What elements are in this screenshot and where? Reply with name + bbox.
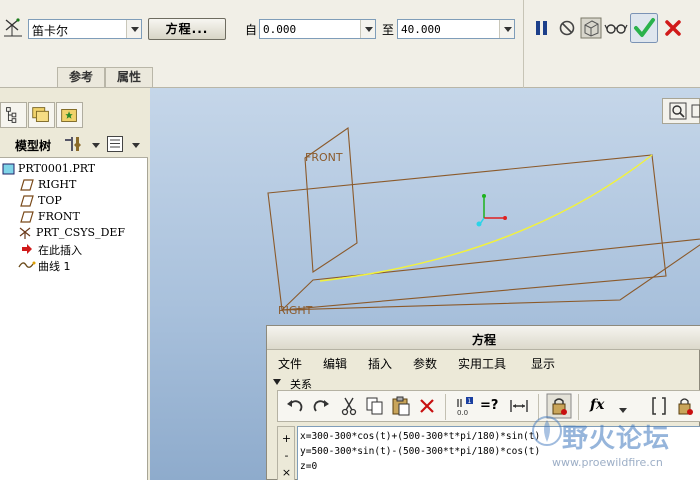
navigator-tabs [0,102,84,128]
toolbar-divider [578,394,579,420]
ok-check-button[interactable] [630,13,658,43]
paste-icon[interactable] [390,395,412,417]
toolbar-divider [523,0,524,88]
chevron-down-icon[interactable] [360,20,375,38]
watermark-logo-icon [532,416,562,446]
model-tree-header: 模型树 [0,130,148,158]
menu-parameters[interactable]: 参数 [413,355,437,372]
equation-line-x: x=300-300*cos(t)+(500-300*t*pi/180)*sin(… [300,431,541,442]
right-plane-label: RIGHT [278,304,313,317]
curve-icon [18,261,36,268]
folders-icon [32,107,49,122]
tree-columns-icon[interactable] [106,135,124,153]
menu-display[interactable]: 显示 [531,355,555,372]
part-icon [2,163,15,175]
tree-item-label: 在此插入 [38,244,82,257]
tree-item-label: 曲线 1 [38,260,71,273]
tab-folder-browser[interactable] [28,102,55,128]
watermark-text: 野火论坛 [562,424,671,454]
tree-item-label: TOP [38,194,62,207]
tab-references[interactable]: 参考 [57,67,105,87]
tree-item-label: RIGHT [38,178,77,191]
cancel-x-button[interactable] [662,15,684,41]
chevron-down-icon[interactable] [499,20,514,38]
clear-row-button[interactable]: × [280,466,293,480]
right-datum-plane [280,238,700,311]
chevron-down-icon[interactable] [126,20,141,38]
redo-icon[interactable] [310,395,332,417]
menu-file[interactable]: 文件 [278,355,302,372]
to-value: 40.000 [401,23,441,36]
equation-dialog-title: 方程 [471,333,496,347]
to-label: 至 [382,23,395,37]
chevron-down-icon[interactable] [128,136,140,148]
coordinate-type-select[interactable]: 笛卡尔 [28,19,142,39]
front-datum-plane [304,126,358,273]
switch-units-icon[interactable]: 1 0.0 [454,395,476,417]
undo-icon[interactable] [284,395,306,417]
chevron-down-icon[interactable] [88,136,100,148]
collapse-triangle-icon [273,379,281,385]
equation-side-buttons: + - × [277,426,295,480]
tree-item-label: FRONT [38,210,80,223]
toolbar-divider [445,394,446,420]
datum-plane-icon [20,211,34,223]
coordinate-type-value: 笛卡尔 [32,24,69,38]
param-value-label: 0.0 [457,409,468,417]
watermark-url: www.proewildfire.cn [552,456,663,469]
remove-row-button[interactable]: - [280,449,293,464]
chevron-down-icon[interactable] [615,401,627,413]
tree-settings-tools-icon[interactable] [62,134,84,154]
favorites-folder-icon [61,109,77,122]
from-value-field[interactable]: 0.000 [259,19,376,39]
menu-edit[interactable]: 编辑 [323,355,347,372]
delete-x-icon[interactable] [416,395,438,417]
from-value: 0.000 [263,23,297,36]
tree-item-label: PRT0001.PRT [18,162,96,175]
equation-line-y: y=500-300*sin(t)-(500-300*t*pi/180)*cos(… [300,446,541,457]
model-tree-title: 模型树 [15,139,52,153]
csys-icon [19,227,31,239]
csys-type-icon [4,18,22,37]
zoom-icon[interactable] [669,102,687,120]
datum-plane-icon [20,179,34,191]
model-tree-icon [6,107,17,123]
datum-plane-icon [20,195,34,207]
feature-dashboard: 笛卡尔 方程... 自 0.000 至 40.000 参考 属性 [0,0,700,88]
copy-icon[interactable] [364,395,386,417]
model-tree-panel: 模型树 PRT0001.PRT RIGHT TOP FRONT PRT_CSYS… [0,130,148,480]
add-row-button[interactable]: + [280,432,293,447]
lock-params-icon[interactable] [674,395,696,417]
menu-utilities[interactable]: 实用工具 [458,355,506,372]
top-datum-plane [267,154,667,311]
pause-icon[interactable] [531,15,553,41]
tab-model-tree[interactable] [0,102,27,128]
menu-insert[interactable]: 插入 [368,355,392,372]
no-preview-icon[interactable] [556,15,578,41]
equation-menubar: 文件 编辑 插入 参数 实用工具 显示 [267,351,700,373]
repaint-icon[interactable] [691,102,700,120]
brackets-icon[interactable] [648,395,670,417]
measure-icon[interactable] [508,395,530,417]
evaluate-button[interactable]: =? [480,395,506,417]
view-toolbar [662,98,700,124]
to-value-field[interactable]: 40.000 [397,19,515,39]
verify-glasses-icon[interactable] [604,15,628,41]
front-plane-label: FRONT [305,151,343,164]
from-label: 自 [245,23,258,37]
tree-item-label: PRT_CSYS_DEF [36,226,126,239]
insert-function-button[interactable]: fx [590,395,612,417]
tab-properties[interactable]: 属性 [105,67,153,87]
equation-line-z: z=0 [300,461,318,472]
insert-here-arrow-icon [22,244,32,254]
cut-icon[interactable] [338,395,360,417]
tab-favorites[interactable] [56,102,83,128]
preview-icon[interactable] [580,15,602,41]
svg-text:1: 1 [468,398,472,405]
equation-dialog-titlebar[interactable]: 方程 [267,326,700,350]
equation-button[interactable]: 方程... [148,18,226,40]
